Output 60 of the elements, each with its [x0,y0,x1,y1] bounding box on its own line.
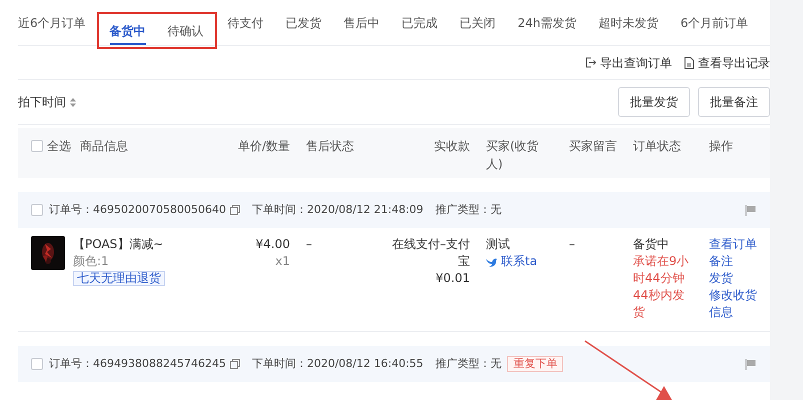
column-header: 买家(收货人) [486,139,539,171]
buyer-message: – [569,236,576,253]
column-header: 商品信息 [80,138,128,155]
sort-button[interactable]: 拍下时间 [18,93,76,111]
payment-method: 在线支付–支付宝 [391,236,470,270]
tab[interactable]: 售后中 [332,0,391,46]
tab[interactable]: 6个月前订单 [670,0,760,46]
column-header: 单价/数量 [238,139,290,153]
action-link[interactable]: 备注 [709,253,733,270]
tab[interactable]: 待支付 [216,0,275,46]
order-number: 订单号：4694938088245746245 [49,356,226,372]
tab[interactable]: 超时未发货 [588,0,670,46]
order-time: 下单时间：2020/08/12 16:40:55 [252,356,424,372]
bulk-button[interactable]: 批量发货 [618,87,690,117]
tab[interactable]: 已完成 [390,0,449,46]
order-tag: 重复下单 [507,356,564,372]
tab[interactable]: 备货中 [98,14,157,47]
column-header: 实收款 [434,139,470,153]
flag-icon [745,204,756,216]
promotion-type: 推广类型：无 [435,356,502,372]
sort-icon [70,98,76,106]
bird-icon [486,256,497,266]
action-link[interactable]: 修改收货信息 [709,287,763,321]
product-title: 【POAS】满减~ [73,236,164,253]
after-sale-status: – [306,236,313,253]
order-number: 订单号：4695020070580050640 [49,202,226,218]
order-status: 备货中 [633,236,670,253]
buyer-name: 测试 [486,236,511,253]
checkbox[interactable] [31,204,43,216]
flag-icon [745,358,756,370]
copy-icon [230,359,240,369]
quantity: x1 [274,253,290,270]
contact-link[interactable]: 联系ta [486,253,538,270]
product-spec: 颜色:1 [73,253,110,270]
export-link[interactable]: 查看导出记录 [684,54,770,72]
tab[interactable]: 近6个月订单 [18,0,97,46]
tab[interactable]: 已发货 [274,0,333,46]
unit-price: ¥4.00 [254,236,290,253]
amount-received: ¥0.01 [434,270,470,287]
checkbox[interactable] [31,358,43,370]
column-header: 操作 [709,139,733,153]
document-icon [684,56,694,68]
export-link[interactable]: 导出查询订单 [585,54,672,72]
select-all-label: 全选 [47,138,71,155]
action-link[interactable]: 查看订单 [709,236,757,253]
column-header: 售后状态 [306,139,354,153]
service-tag: 七天无理由退货 [73,271,165,286]
column-header: 买家留言 [569,139,617,153]
tab[interactable]: 已关闭 [448,0,507,46]
tab[interactable]: 待确认 [156,14,215,47]
export-icon [585,57,596,68]
bulk-button[interactable]: 批量备注 [698,87,770,117]
order-time: 下单时间：2020/08/12 21:48:09 [252,202,424,218]
checkbox[interactable] [31,140,43,152]
shipping-deadline: 承诺在9小时44分钟44秒内发货 [633,253,690,321]
promotion-type: 推广类型：无 [435,202,502,218]
column-header: 订单状态 [633,139,681,153]
tab[interactable]: 24h需发货 [506,0,588,46]
copy-icon [230,205,240,215]
action-link[interactable]: 发货 [709,270,733,287]
